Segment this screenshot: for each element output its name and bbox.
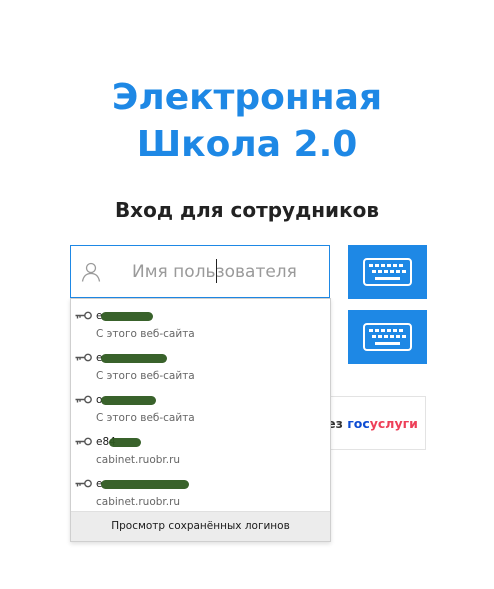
gosuslugi-login-button[interactable]: ез госуслуги [325, 396, 426, 450]
redaction-scribble [101, 480, 189, 489]
gosuslugi-logo-uslugi: услуги [369, 416, 418, 431]
virtual-keyboard-button-password[interactable] [348, 310, 427, 364]
gosuslugi-logo-gos: гос [347, 416, 370, 431]
suggestion-source: cabinet.ruobr.ru [96, 496, 181, 508]
key-icon [75, 311, 92, 320]
username-input[interactable] [111, 247, 325, 296]
app-title-line1: Электронная [111, 77, 383, 118]
suggestion-source: С этого веб-сайта [96, 370, 195, 382]
app-title: Электронная Школа 2.0 [0, 74, 494, 168]
text-caret [216, 259, 217, 283]
saved-logins-dropdown: e С этого веб-сайта e С этого веб-сайта … [70, 298, 331, 542]
user-icon [81, 262, 101, 282]
key-icon [75, 437, 92, 446]
page-subtitle: Вход для сотрудников [114, 198, 380, 222]
redaction-scribble [101, 396, 156, 405]
keyboard-icon [363, 258, 412, 286]
redaction-scribble [101, 312, 153, 321]
redaction-scribble [109, 438, 141, 447]
app-title-line2: Школа 2.0 [136, 124, 358, 165]
redaction-scribble [101, 354, 167, 363]
virtual-keyboard-button-username[interactable] [348, 245, 427, 299]
username-field[interactable] [70, 245, 330, 298]
saved-login-suggestion[interactable]: o С этого веб-сайта [71, 387, 330, 429]
saved-login-suggestion[interactable]: e С этого веб-сайта [71, 345, 330, 387]
saved-login-suggestion[interactable]: e cabinet.ruobr.ru [71, 471, 330, 513]
key-icon [75, 353, 92, 362]
key-icon [75, 395, 92, 404]
login-page: Электронная Школа 2.0 Вход для сотрудник… [0, 0, 494, 589]
keyboard-icon [363, 323, 412, 351]
view-saved-logins-button[interactable]: Просмотр сохранённых логинов [71, 511, 330, 541]
suggestion-source: С этого веб-сайта [96, 328, 195, 340]
saved-login-suggestion[interactable]: e С этого веб-сайта [71, 303, 330, 345]
key-icon [75, 479, 92, 488]
saved-login-suggestion[interactable]: e84 cabinet.ruobr.ru [71, 429, 330, 471]
suggestion-source: cabinet.ruobr.ru [96, 454, 181, 466]
suggestion-source: С этого веб-сайта [96, 412, 195, 424]
